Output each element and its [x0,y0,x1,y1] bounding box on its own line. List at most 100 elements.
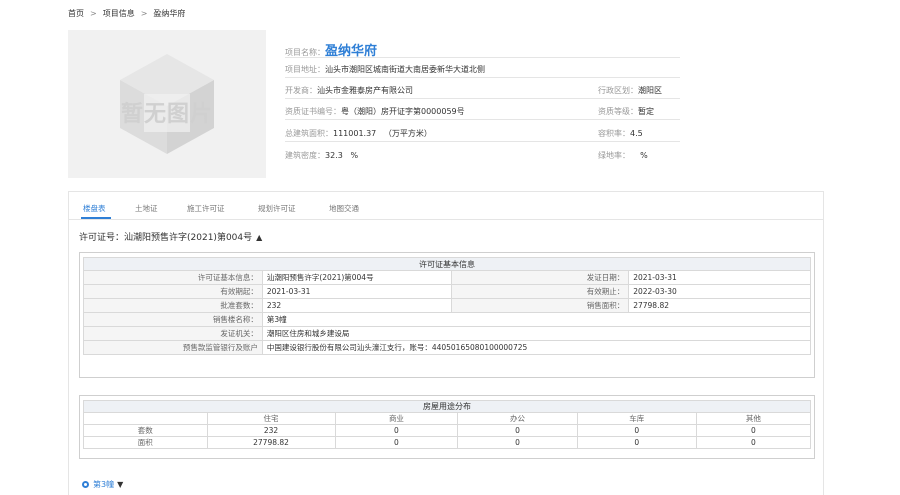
developer-value: 汕头市金雅泰房产有限公司 [317,86,413,95]
breadcrumb-current: 盈纳华府 [153,9,186,18]
project-address-row: 项目地址：汕头市潮阳区城南街道大南居委新华大道北侧 [285,64,485,75]
cert-row: 资质证书编号：粤（潮阳）房开证字第0000059号 [285,106,465,117]
cell-value: 0 [695,424,812,437]
cell-value: 0 [576,436,697,449]
tab-planning-permit[interactable]: 规划许可证 [258,203,296,214]
tab-building-table[interactable]: 楼盘表 [83,203,106,214]
divider [285,141,680,142]
building-expander[interactable]: 第3幢 ▼ [82,479,123,490]
table-row: 有效期起： 2021-03-31 有效期止： 2022-03-30 [83,284,811,299]
cell-value: 2021-03-31 [628,270,811,285]
tab-construction-permit[interactable]: 施工许可证 [187,203,225,214]
district-label: 行政区划： [598,86,638,95]
license-basic-info-box: 许可证基本信息 许可证基本信息： 汕潮阳预售许字(2021)第004号 发证日期… [79,252,815,378]
cell-value: 27798.82 [206,436,336,449]
cell-value: 中国建设银行股份有限公司汕头濠江支行，账号：440501650801000007… [261,340,812,355]
table-row: 套数 232 0 0 0 0 [83,424,812,437]
table-row: 面积 27798.82 0 0 0 0 [83,436,812,449]
cell-key: 有效期止： [450,284,630,299]
usage-distribution-table: 房屋用途分布 住宅 商业 办公 车库 其他 套数 232 0 0 0 0 面积 … [83,400,812,449]
green-unit: % [640,151,648,160]
cell-value: 0 [457,424,578,437]
breadcrumb-home[interactable]: 首页 [68,9,84,18]
area-unit: （万平方米） [383,129,432,138]
divider [285,119,680,120]
expand-arrow-icon[interactable]: ▼ [117,480,123,489]
cell-key: 许可证基本信息： [83,270,263,285]
grade-label: 资质等级： [598,107,638,116]
cell-value: 第3幢 [261,312,812,327]
cell-key: 发证日期： [450,270,630,285]
header-cell-empty [83,412,208,425]
cell-value: 2021-03-31 [261,284,452,299]
divider [285,57,680,58]
cell-key: 销售楼名称： [83,312,263,327]
cell-value: 汕潮阳预售许字(2021)第004号 [261,270,452,285]
table-row: 预售款监管银行及账户 中国建设银行股份有限公司汕头濠江支行，账号：4405016… [83,340,812,355]
address-value: 汕头市潮阳区城南街道大南居委新华大道北侧 [325,65,485,74]
address-label: 项目地址： [285,65,325,74]
tab-bar: 楼盘表 土地证 施工许可证 规划许可证 地图交通 [69,192,823,220]
grade-value: 暂定 [638,107,654,116]
table-row: 发证机关： 潮阳区住房和城乡建设局 [83,326,812,341]
radio-dot-icon [82,481,89,488]
table-row: 许可证基本信息： 汕潮阳预售许字(2021)第004号 发证日期： 2021-0… [83,270,811,285]
breadcrumb: 首页 > 项目信息 > 盈纳华府 [68,8,185,19]
header-cell: 商业 [334,412,459,425]
cell-key: 预售款监管银行及账户 [83,340,263,355]
green-label: 绿地率： [598,151,630,160]
collapse-arrow-icon[interactable]: ▲ [256,233,262,242]
cell-value: 0 [695,436,812,449]
tab-land-cert[interactable]: 土地证 [135,203,158,214]
breadcrumb-separator: > [140,9,148,18]
license-number: 汕潮阳预售许字(2021)第004号 [124,233,253,243]
table-header-row: 住宅 商业 办公 车库 其他 [83,412,812,425]
detail-panel: 楼盘表 土地证 施工许可证 规划许可证 地图交通 许可证号：汕潮阳预售许字(20… [68,191,824,495]
cell-key: 销售面积： [450,298,630,313]
cell-value: 27798.82 [628,298,811,313]
project-name-label: 项目名称： [285,48,325,57]
cell-value: 0 [334,424,459,437]
developer-row: 开发商：汕头市金雅泰房产有限公司 [285,85,413,96]
building-label: 第3幢 [93,480,115,489]
cell-value: 0 [457,436,578,449]
far-row: 容积率：4.5 [598,128,643,139]
header-cell: 车库 [576,412,697,425]
cert-value: 粤（潮阳）房开证字第0000059号 [341,107,465,116]
cell-value: 232 [261,298,452,313]
cell-key: 批准套数： [83,298,263,313]
usage-distribution-box: 房屋用途分布 住宅 商业 办公 车库 其他 套数 232 0 0 0 0 面积 … [79,395,815,459]
header-cell: 住宅 [206,412,336,425]
area-label: 总建筑面积： [285,129,333,138]
area-value: 111001.37 [333,129,377,138]
far-value: 4.5 [630,129,643,138]
district-row: 行政区划：潮阳区 [598,85,662,96]
row-label: 面积 [83,436,208,449]
breadcrumb-project-info[interactable]: 项目信息 [103,9,135,18]
license-prefix: 许可证号： [79,233,125,243]
license-number-line[interactable]: 许可证号：汕潮阳预售许字(2021)第004号 ▲ [79,230,262,243]
tab-active-indicator [81,217,111,219]
developer-label: 开发商： [285,86,317,95]
density-label: 建筑密度： [285,151,325,160]
density-unit: % [350,151,359,160]
green-row: 绿地率： % [598,150,648,161]
cert-label: 资质证书编号： [285,107,341,116]
area-row: 总建筑面积：111001.37 （万平方米） [285,128,432,139]
grade-row: 资质等级：暂定 [598,106,654,117]
divider [285,98,680,99]
far-label: 容积率： [598,129,630,138]
tab-map-traffic[interactable]: 地图交通 [329,203,359,214]
cell-key: 发证机关： [83,326,263,341]
cell-value: 2022-03-30 [628,284,811,299]
table-row: 销售楼名称： 第3幢 [83,312,812,327]
table-caption: 房屋用途分布 [83,400,811,413]
cell-value: 232 [206,424,336,437]
density-row: 建筑密度：32.3 % [285,150,358,161]
cell-key: 有效期起： [83,284,263,299]
cell-value: 潮阳区住房和城乡建设局 [261,326,812,341]
header-cell: 办公 [457,412,578,425]
table-caption: 许可证基本信息 [83,257,811,271]
density-value: 32.3 [325,151,343,160]
breadcrumb-separator: > [90,9,97,18]
